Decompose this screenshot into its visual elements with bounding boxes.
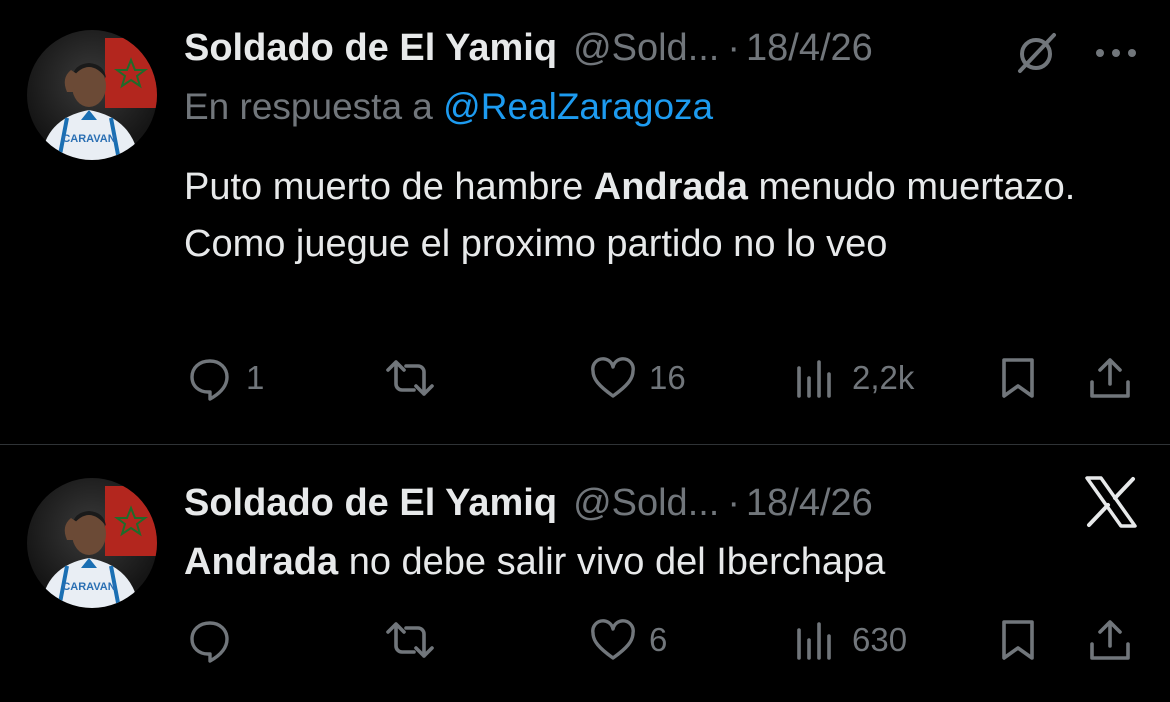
tweet-date[interactable]: 18/4/26 — [746, 482, 873, 525]
tweet-text-part1: Puto muerto de hambre — [184, 166, 594, 208]
tweet-header: Soldado de El Yamiq @Sold... · 18/4/26 — [184, 24, 1150, 72]
tweet-date[interactable]: 18/4/26 — [746, 27, 873, 70]
repost-icon — [386, 360, 434, 396]
like-count: 16 — [649, 359, 686, 396]
like-icon — [591, 619, 635, 660]
action-bar: 1 16 2,2k — [0, 350, 1170, 406]
repost-icon — [386, 622, 434, 658]
views-count: 630 — [852, 621, 908, 658]
like-icon — [591, 357, 635, 398]
author-name[interactable]: Soldado de El Yamiq — [184, 482, 557, 525]
reply-button[interactable] — [186, 612, 246, 668]
like-count: 6 — [649, 621, 668, 658]
x-logo-icon[interactable] — [1083, 476, 1139, 528]
tweet-1[interactable]: CARAVAN Soldado de El Yamiq @Sold... · 1… — [0, 0, 1170, 445]
separator-dot: · — [727, 26, 741, 69]
avatar[interactable]: CARAVAN — [27, 30, 157, 160]
tweet-2-text: Andrada no debe salir vivo del Iberchapa — [184, 534, 1134, 591]
like-button[interactable]: 6 — [589, 612, 667, 668]
author-handle[interactable]: @Sold... — [573, 27, 719, 70]
reply-button[interactable]: 1 — [186, 350, 264, 406]
reply-mention-link[interactable]: @RealZaragoza — [443, 86, 713, 127]
bookmark-icon — [1002, 620, 1034, 660]
svg-text:CARAVAN: CARAVAN — [62, 133, 115, 145]
repost-button[interactable] — [384, 350, 448, 406]
grok-icon[interactable] — [1010, 27, 1062, 79]
reply-icon — [190, 621, 229, 663]
bookmark-button[interactable] — [994, 350, 1042, 406]
avatar[interactable]: CARAVAN — [27, 478, 157, 608]
views-icon — [797, 360, 831, 398]
views-icon — [797, 622, 831, 660]
like-button[interactable]: 16 — [589, 350, 686, 406]
author-handle[interactable]: @Sold... — [573, 482, 719, 525]
share-icon — [1090, 620, 1130, 660]
svg-text:CARAVAN: CARAVAN — [62, 581, 115, 593]
tweet-text-bold: Andrada — [184, 541, 339, 583]
share-icon — [1090, 358, 1130, 398]
author-name[interactable]: Soldado de El Yamiq — [184, 27, 557, 70]
tweet-text-part2: no debe salir vivo del Iberchapa — [338, 541, 886, 583]
views-button[interactable]: 2,2k — [792, 350, 914, 406]
separator-dot: · — [727, 481, 741, 524]
share-button[interactable] — [1086, 350, 1134, 406]
bookmark-icon — [1002, 358, 1034, 398]
avatar-image: CARAVAN — [41, 38, 157, 160]
views-count: 2,2k — [852, 359, 915, 396]
avatar-image: CARAVAN — [41, 486, 157, 608]
tweet-text-bold: Andrada — [593, 166, 748, 208]
reply-icon — [190, 359, 229, 401]
share-button[interactable] — [1086, 612, 1134, 668]
reply-count: 1 — [246, 359, 265, 396]
tweet-header: Soldado de El Yamiq @Sold... · 18/4/26 — [184, 479, 1150, 527]
bookmark-button[interactable] — [994, 612, 1042, 668]
repost-button[interactable] — [384, 612, 448, 668]
more-icon[interactable] — [1094, 46, 1138, 58]
tweet-text: Puto muerto de hambre Andrada menudo mue… — [184, 159, 1134, 273]
reply-context: En respuesta a @RealZaragoza — [184, 86, 713, 128]
views-button[interactable]: 630 — [792, 612, 907, 668]
action-bar-2: 6 630 — [0, 612, 1170, 668]
reply-prefix: En respuesta a — [184, 86, 433, 127]
